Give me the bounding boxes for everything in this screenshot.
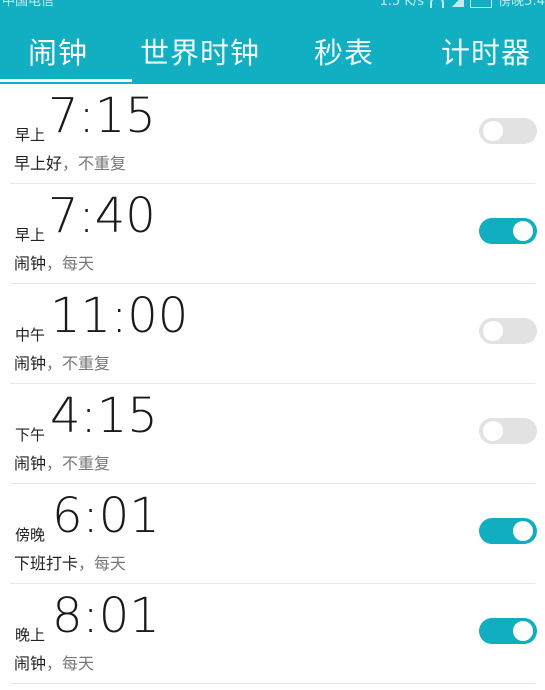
alarm-item[interactable]: 下午 4:15 闹钟，不重复 <box>0 384 545 484</box>
separator: ， <box>46 454 63 473</box>
toggle-knob <box>513 621 533 641</box>
separator: ， <box>46 654 63 673</box>
status-time: 傍晚5:4 <box>498 0 545 9</box>
tab-indicator <box>0 79 132 82</box>
wifi-icon <box>430 0 445 8</box>
alarm-period: 早上 <box>15 126 46 144</box>
alarm-repeat: 不重复 <box>62 454 111 473</box>
alarm-label: 闹钟，每天 <box>14 250 94 274</box>
alarm-item[interactable]: 早上 7:40 闹钟，每天 <box>0 184 545 284</box>
alarm-toggle[interactable] <box>479 218 537 244</box>
tab-alarm[interactable]: 闹钟 <box>28 30 88 72</box>
alarm-toggle[interactable] <box>479 418 537 444</box>
battery-icon <box>470 0 493 8</box>
alarm-toggle[interactable] <box>479 618 537 644</box>
alarm-item[interactable]: 中午 11:00 闹钟，不重复 <box>0 284 545 384</box>
alarm-time: 6:01 <box>52 488 160 544</box>
alarm-label: 早上好，不重复 <box>14 150 126 174</box>
alarm-item[interactable]: 早上 7:15 早上好，不重复 <box>0 84 545 184</box>
alarm-time: 11:00 <box>50 288 189 344</box>
alarm-period: 下午 <box>15 426 46 444</box>
carrier-label: 中国电信 <box>2 0 55 9</box>
alarm-name: 早上好 <box>14 154 63 173</box>
alarm-toggle[interactable] <box>479 318 537 344</box>
alarm-list: 早上 7:15 早上好，不重复 早上 7:40 闹钟，每天 中午 11:00 闹… <box>0 84 545 690</box>
tab-stopwatch[interactable]: 秒表 <box>314 30 374 72</box>
alarm-toggle[interactable] <box>479 118 537 144</box>
alarm-time: 7:15 <box>48 88 156 144</box>
tab-timer[interactable]: 计时器 <box>441 30 531 72</box>
separator: ， <box>46 254 63 273</box>
toggle-knob <box>513 221 533 241</box>
alarm-repeat: 每天 <box>94 554 127 573</box>
network-speed: 1.5 K/s <box>379 0 425 9</box>
alarm-period: 晚上 <box>15 626 46 644</box>
app-header: 中国电信 1.5 K/s 傍晚5:4 闹钟 世界时钟 秒表 计时器 <box>0 0 545 84</box>
toggle-knob <box>483 121 503 141</box>
alarm-repeat: 每天 <box>62 654 95 673</box>
alarm-item[interactable]: 傍晚 6:01 下班打卡，每天 <box>0 484 545 584</box>
separator: ， <box>46 354 63 373</box>
alarm-name: 闹钟 <box>14 354 47 373</box>
tab-world-clock[interactable]: 世界时钟 <box>140 30 260 72</box>
alarm-label: 闹钟，每天 <box>14 650 94 674</box>
status-bar: 中国电信 1.5 K/s 傍晚5:4 <box>0 0 545 10</box>
alarm-name: 闹钟 <box>14 454 47 473</box>
status-right: 1.5 K/s 傍晚5:4 <box>380 0 545 10</box>
separator: ， <box>78 554 95 573</box>
alarm-repeat: 不重复 <box>62 354 111 373</box>
alarm-repeat: 每天 <box>62 254 95 273</box>
alarm-period: 傍晚 <box>15 526 46 544</box>
alarm-label: 闹钟，不重复 <box>14 450 110 474</box>
alarm-period: 中午 <box>15 326 46 344</box>
alarm-time: 4:15 <box>50 388 158 444</box>
alarm-toggle[interactable] <box>479 518 537 544</box>
toggle-knob <box>483 321 503 341</box>
toggle-knob <box>513 521 533 541</box>
alarm-item[interactable]: 晚上 8:01 闹钟，每天 <box>0 584 545 684</box>
toggle-knob <box>483 421 503 441</box>
alarm-period: 早上 <box>15 226 46 244</box>
tab-bar: 闹钟 世界时钟 秒表 计时器 <box>0 22 545 82</box>
alarm-label: 闹钟，不重复 <box>14 350 110 374</box>
alarm-name: 闹钟 <box>14 654 47 673</box>
separator: ， <box>62 154 79 173</box>
alarm-name: 下班打卡 <box>14 554 79 573</box>
alarm-time: 7:40 <box>48 188 156 244</box>
signal-icon <box>450 0 465 7</box>
alarm-time: 8:01 <box>52 588 160 644</box>
alarm-repeat: 不重复 <box>78 154 127 173</box>
alarm-name: 闹钟 <box>14 254 47 273</box>
alarm-label: 下班打卡，每天 <box>14 550 126 574</box>
